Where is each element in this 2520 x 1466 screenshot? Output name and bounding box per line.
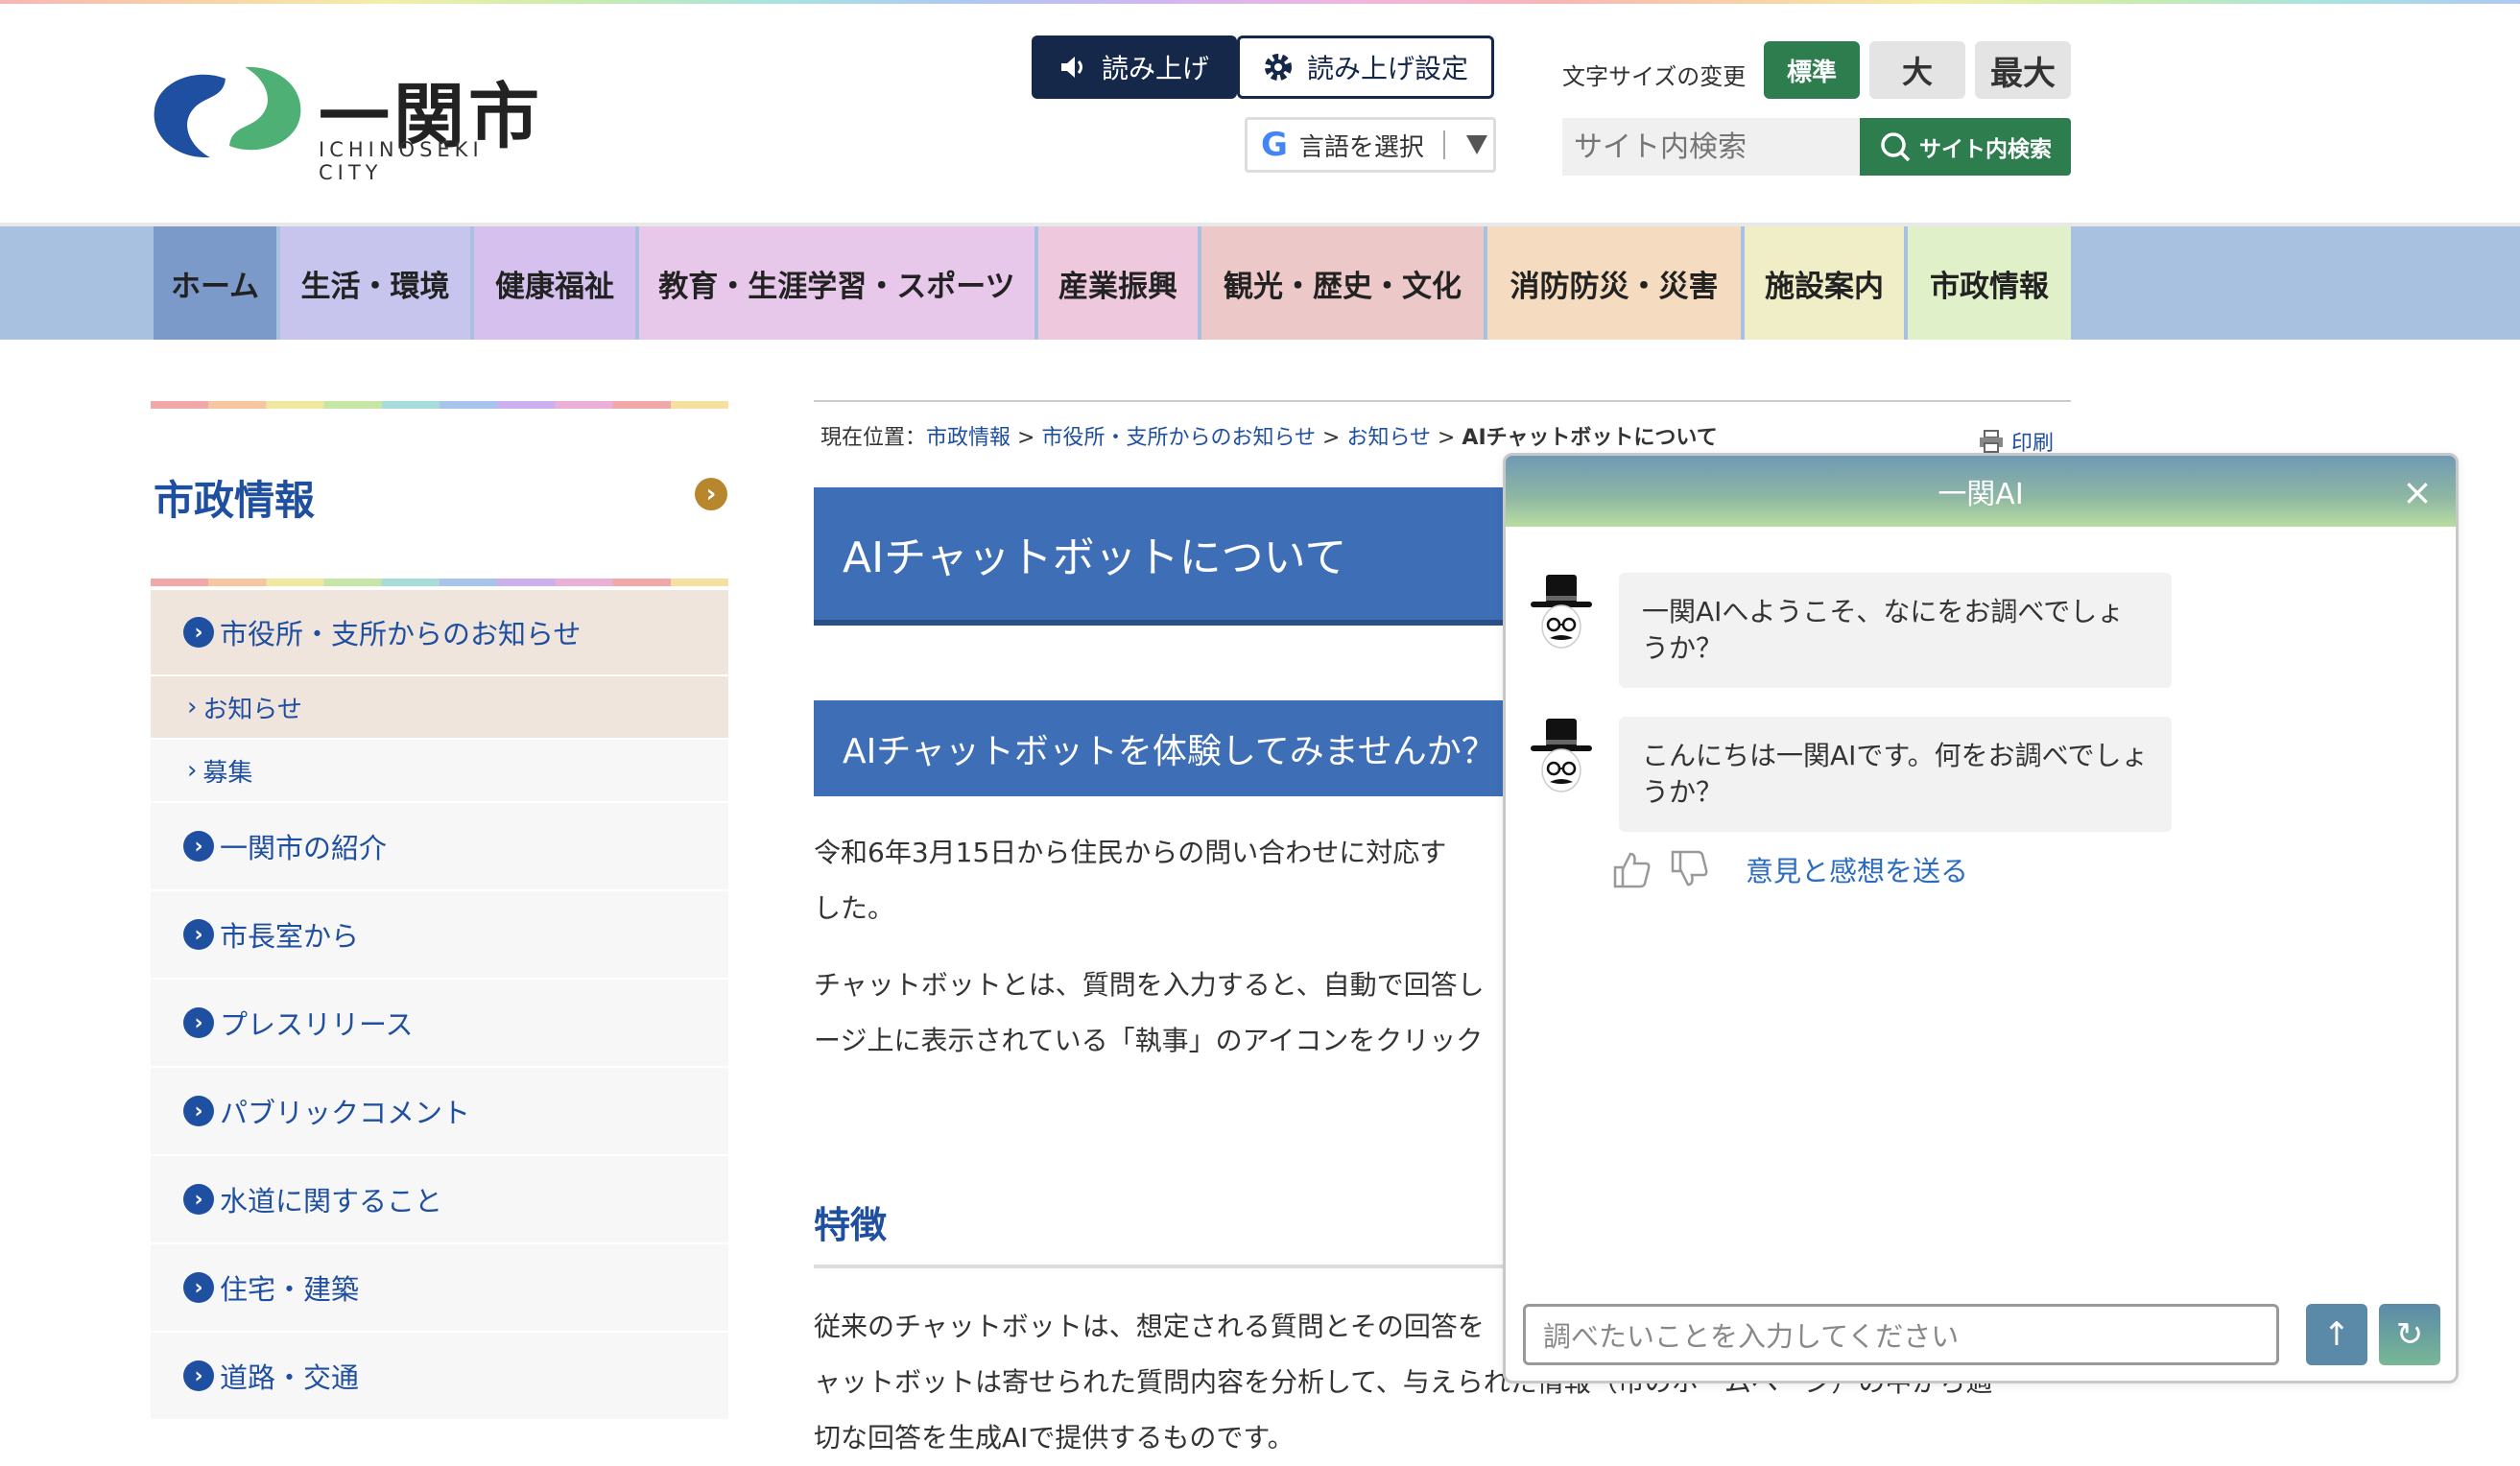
chat-header: 一関AI — [1506, 456, 2456, 527]
breadcrumb-prefix: 現在位置： — [820, 426, 927, 450]
city-emblem-icon — [154, 66, 301, 158]
sidebar-item-label: 道路・交通 — [220, 1361, 360, 1394]
chevron-circle-icon: › — [183, 831, 214, 862]
chevron-circle-icon: › — [183, 1007, 214, 1038]
thumbs-up-icon[interactable] — [1611, 850, 1652, 888]
chat-input[interactable]: 調べたいことを入力してください — [1523, 1304, 2279, 1365]
search-icon — [1881, 132, 1911, 162]
sidebar-item-label: 募集 — [202, 758, 253, 788]
site-search-button[interactable]: サイト内検索 — [1860, 118, 2071, 176]
read-aloud-button[interactable]: 読み上げ — [1032, 35, 1237, 99]
sidebar-subitem-recruitment[interactable]: › 募集 — [151, 740, 728, 803]
sidebar-item-city-notices[interactable]: › 市役所・支所からのお知らせ — [151, 590, 728, 676]
chevron-right-icon: › — [187, 756, 198, 785]
fontsize-max-button[interactable]: 最大 — [1975, 41, 2071, 99]
breadcrumb-link-city-notices[interactable]: 市役所・支所からのお知らせ — [1041, 426, 1316, 450]
sidebar-item-press[interactable]: › プレスリリース — [151, 980, 728, 1068]
sidebar-list: › 市役所・支所からのお知らせ › お知らせ › 募集 › 一関市の紹介 › 市… — [151, 590, 728, 1421]
breadcrumb-current: AIチャットボットについて — [1462, 426, 1718, 450]
chevron-circle-icon: › — [183, 1184, 214, 1215]
butler-avatar-icon — [1531, 719, 1592, 792]
ai-chat-window: 一関AI × 一関AIへようこそ、なにをお調べでしょうか？ こんにちは一関AIで… — [1503, 453, 2459, 1383]
global-nav: ホーム 生活・環境 健康福祉 教育・生涯学習・スポーツ 産業振興 観光・歴史・文… — [0, 223, 2520, 340]
sidebar-item-label: 市役所・支所からのお知らせ — [220, 618, 582, 650]
read-settings-label: 読み上げ設定 — [1306, 53, 1468, 84]
chevron-circle-icon: › — [183, 1272, 214, 1303]
chevron-circle-icon: › — [183, 919, 214, 950]
sidebar-rainbow-top — [151, 401, 728, 409]
sidebar-item-label: 市長室から — [220, 920, 360, 953]
nav-home[interactable]: ホーム — [154, 226, 276, 340]
language-select-label: 言語を選択 — [1298, 132, 1424, 162]
nav-life-environment[interactable]: 生活・環境 — [280, 226, 470, 340]
paragraph-line: 切な回答を生成AIで提供するものです。 — [814, 1422, 1295, 1454]
chevron-circle-icon: › — [183, 617, 214, 648]
nav-industry[interactable]: 産業振興 — [1038, 226, 1198, 340]
chat-message-bot: こんにちは一関AIです。何をお調べでしょうか？ — [1619, 717, 2172, 832]
nav-education-sports[interactable]: 教育・生涯学習・スポーツ — [639, 226, 1034, 340]
site-search-input[interactable] — [1562, 118, 1860, 176]
nav-city-info[interactable]: 市政情報 — [1908, 226, 2071, 340]
chevron-circle-icon: › — [183, 1360, 214, 1391]
sidebar-subitem-notices[interactable]: › お知らせ — [151, 676, 728, 740]
breadcrumb-divider — [814, 400, 2071, 402]
send-arrow-icon[interactable]: ↑ — [2306, 1304, 2367, 1365]
language-divider — [1442, 130, 1445, 159]
sidebar-item-label: 住宅・建築 — [220, 1273, 360, 1306]
feedback-row: 意見と感想を送る — [1611, 849, 1968, 889]
thumbs-down-icon[interactable] — [1669, 850, 1709, 888]
sidebar-item-mayor[interactable]: › 市長室から — [151, 891, 728, 980]
breadcrumb: 現在位置：市政情報 > 市役所・支所からのお知らせ > お知らせ > AIチャッ… — [820, 426, 1718, 450]
chevron-circle-icon: › — [183, 1096, 214, 1126]
sidebar-item-label: 一関市の紹介 — [220, 832, 388, 864]
nav-health-welfare[interactable]: 健康福祉 — [474, 226, 635, 340]
sidebar-item-city-intro[interactable]: › 一関市の紹介 — [151, 803, 728, 891]
chevron-right-icon: › — [187, 693, 198, 721]
close-icon[interactable]: × — [2402, 471, 2433, 513]
printer-icon — [1980, 430, 2003, 453]
dropdown-arrow-icon — [1465, 135, 1487, 154]
gear-icon — [1264, 54, 1292, 81]
butler-avatar-icon — [1531, 575, 1592, 649]
breadcrumb-link-notices[interactable]: お知らせ — [1346, 426, 1431, 450]
chat-message-bot: 一関AIへようこそ、なにをお調べでしょうか？ — [1619, 573, 2172, 688]
nav-disaster-prevention[interactable]: 消防防災・災害 — [1487, 226, 1741, 340]
sidebar-item-label: プレスリリース — [220, 1008, 414, 1041]
logo-subtitle: ICHINOSEKI CITY — [319, 138, 484, 184]
chat-title: 一関AI — [1938, 478, 2024, 511]
fontsize-standard-button[interactable]: 標準 — [1764, 41, 1860, 99]
breadcrumb-link-city-info[interactable]: 市政情報 — [926, 426, 1010, 450]
sidebar-title[interactable]: 市政情報 — [154, 468, 315, 527]
speaker-icon — [1060, 57, 1082, 78]
read-settings-button[interactable]: 読み上げ設定 — [1237, 35, 1494, 99]
sidebar-item-housing[interactable]: › 住宅・建築 — [151, 1244, 728, 1333]
sidebar-item-roads[interactable]: › 道路・交通 — [151, 1333, 728, 1421]
sidebar-item-label: 水道に関すること — [220, 1185, 443, 1218]
nav-tourism-culture[interactable]: 観光・歴史・文化 — [1201, 226, 1484, 340]
sidebar-item-label: パブリックコメント — [220, 1097, 471, 1129]
chevron-right-icon[interactable]: › — [695, 478, 727, 510]
language-select[interactable]: G 言語を選択 — [1245, 117, 1496, 173]
sidebar-item-water[interactable]: › 水道に関すること — [151, 1156, 728, 1244]
send-feedback-link[interactable]: 意見と感想を送る — [1746, 849, 1968, 889]
refresh-icon[interactable]: ↻ — [2379, 1304, 2440, 1365]
site-search-button-label: サイト内検索 — [1919, 137, 2052, 162]
top-rainbow-bar — [0, 0, 2520, 4]
feature-heading: 特徴 — [814, 1204, 888, 1246]
sidebar-item-public-comment[interactable]: › パブリックコメント — [151, 1068, 728, 1156]
fontsize-label: 文字サイズの変更 — [1562, 63, 1747, 90]
fontsize-large-button[interactable]: 大 — [1869, 41, 1965, 99]
sidebar-item-label: お知らせ — [202, 695, 302, 724]
nav-facilities[interactable]: 施設案内 — [1745, 226, 1904, 340]
site-logo[interactable]: 一関市 ICHINOSEKI CITY — [151, 59, 554, 184]
sidebar-rainbow-bottom — [151, 579, 728, 586]
google-icon: G — [1261, 126, 1288, 164]
read-aloud-label: 読み上げ — [1101, 53, 1209, 84]
